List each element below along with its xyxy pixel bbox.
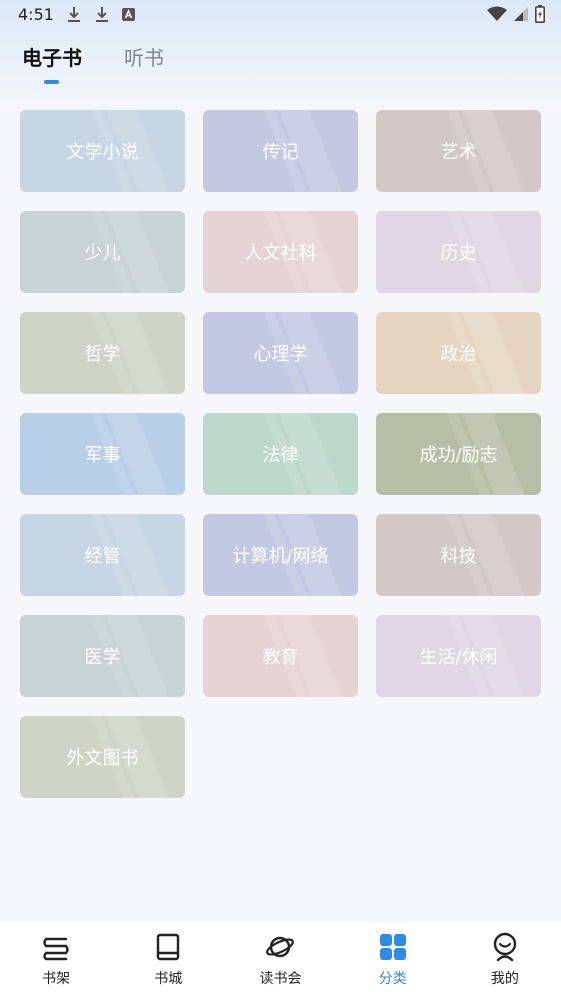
- nav-label-bookstore: 书城: [154, 971, 183, 987]
- battery-icon: [535, 5, 545, 23]
- download-icon: [96, 7, 108, 22]
- category-tile[interactable]: 文学小说: [20, 110, 185, 192]
- category-label: 生活/休闲: [419, 647, 498, 668]
- nav-label-category: 分类: [378, 971, 407, 987]
- category-label: 经管: [84, 546, 121, 567]
- category-tile[interactable]: 传记: [203, 110, 358, 192]
- nav-bookstore[interactable]: 书城: [123, 922, 213, 988]
- bookshelf-icon: [43, 937, 69, 961]
- category-label: 人文社科: [244, 243, 317, 264]
- planet-icon: [266, 936, 295, 958]
- download-icon: [68, 7, 80, 22]
- nav-category[interactable]: 分类: [348, 922, 438, 988]
- category-label: 外文图书: [66, 748, 139, 769]
- category-tile[interactable]: 哲学: [20, 312, 185, 394]
- status-time: 4:51: [18, 5, 54, 24]
- nav-label-book-club: 读书会: [259, 971, 302, 987]
- category-tile[interactable]: 经管: [20, 514, 185, 596]
- category-label: 法律: [262, 445, 299, 466]
- category-label: 心理学: [253, 344, 308, 365]
- category-label: 哲学: [84, 344, 121, 365]
- app-notification-icon: [122, 8, 135, 21]
- category-label: 医学: [84, 647, 121, 668]
- category-label: 政治: [440, 344, 477, 365]
- profile-icon: [493, 932, 517, 962]
- category-tile[interactable]: 艺术: [376, 110, 541, 192]
- nav-label-profile: 我的: [490, 971, 519, 987]
- category-tile[interactable]: 心理学: [203, 312, 358, 394]
- category-label: 艺术: [440, 142, 477, 163]
- category-tile[interactable]: 军事: [20, 413, 185, 495]
- nav-bookshelf[interactable]: 书架: [11, 922, 101, 988]
- category-label: 教育: [262, 647, 299, 668]
- category-tile[interactable]: 政治: [376, 312, 541, 394]
- book-type-tabs: 电子书 听书: [22, 42, 164, 71]
- category-label: 传记: [262, 142, 299, 163]
- category-tile[interactable]: 科技: [376, 514, 541, 596]
- category-label: 军事: [84, 445, 121, 466]
- active-tab-indicator: [44, 80, 59, 84]
- category-tile[interactable]: 生活/休闲: [376, 615, 541, 697]
- category-tile[interactable]: 历史: [376, 211, 541, 293]
- category-label: 文学小说: [66, 142, 139, 163]
- category-label: 少儿: [84, 243, 121, 264]
- tab-ebook[interactable]: 电子书: [22, 42, 82, 71]
- category-grid-icon: [379, 934, 406, 960]
- category-tile[interactable]: 少儿: [20, 211, 185, 293]
- category-tile[interactable]: 计算机/网络: [203, 514, 358, 596]
- cellular-signal-icon: [514, 7, 528, 21]
- category-label: 成功/励志: [419, 445, 498, 466]
- category-tile[interactable]: 人文社科: [203, 211, 358, 293]
- category-label: 计算机/网络: [232, 546, 329, 567]
- category-tile[interactable]: 教育: [203, 615, 358, 697]
- category-tile[interactable]: 法律: [203, 413, 358, 495]
- book-icon: [157, 933, 180, 961]
- status-bar: 4:51: [0, 0, 561, 30]
- category-tile[interactable]: 成功/励志: [376, 413, 541, 495]
- nav-book-club[interactable]: 读书会: [235, 922, 325, 988]
- bottom-navigation: 书架 书城 读书会 分类 我的: [0, 922, 561, 997]
- category-label: 历史: [440, 243, 477, 264]
- category-label: 科技: [440, 546, 477, 567]
- status-right-icons: [487, 5, 545, 23]
- nav-label-bookshelf: 书架: [42, 971, 71, 987]
- nav-profile[interactable]: 我的: [460, 922, 550, 988]
- wifi-icon: [487, 6, 507, 21]
- category-tile[interactable]: 外文图书: [20, 716, 185, 798]
- tab-audiobook[interactable]: 听书: [124, 42, 164, 71]
- category-tile[interactable]: 医学: [20, 615, 185, 697]
- category-grid: 文学小说 传记 艺术少儿 人文社科 历史哲学 心理学 政治军事 法律 成功/励志经管 计算机/网络…: [20, 110, 541, 798]
